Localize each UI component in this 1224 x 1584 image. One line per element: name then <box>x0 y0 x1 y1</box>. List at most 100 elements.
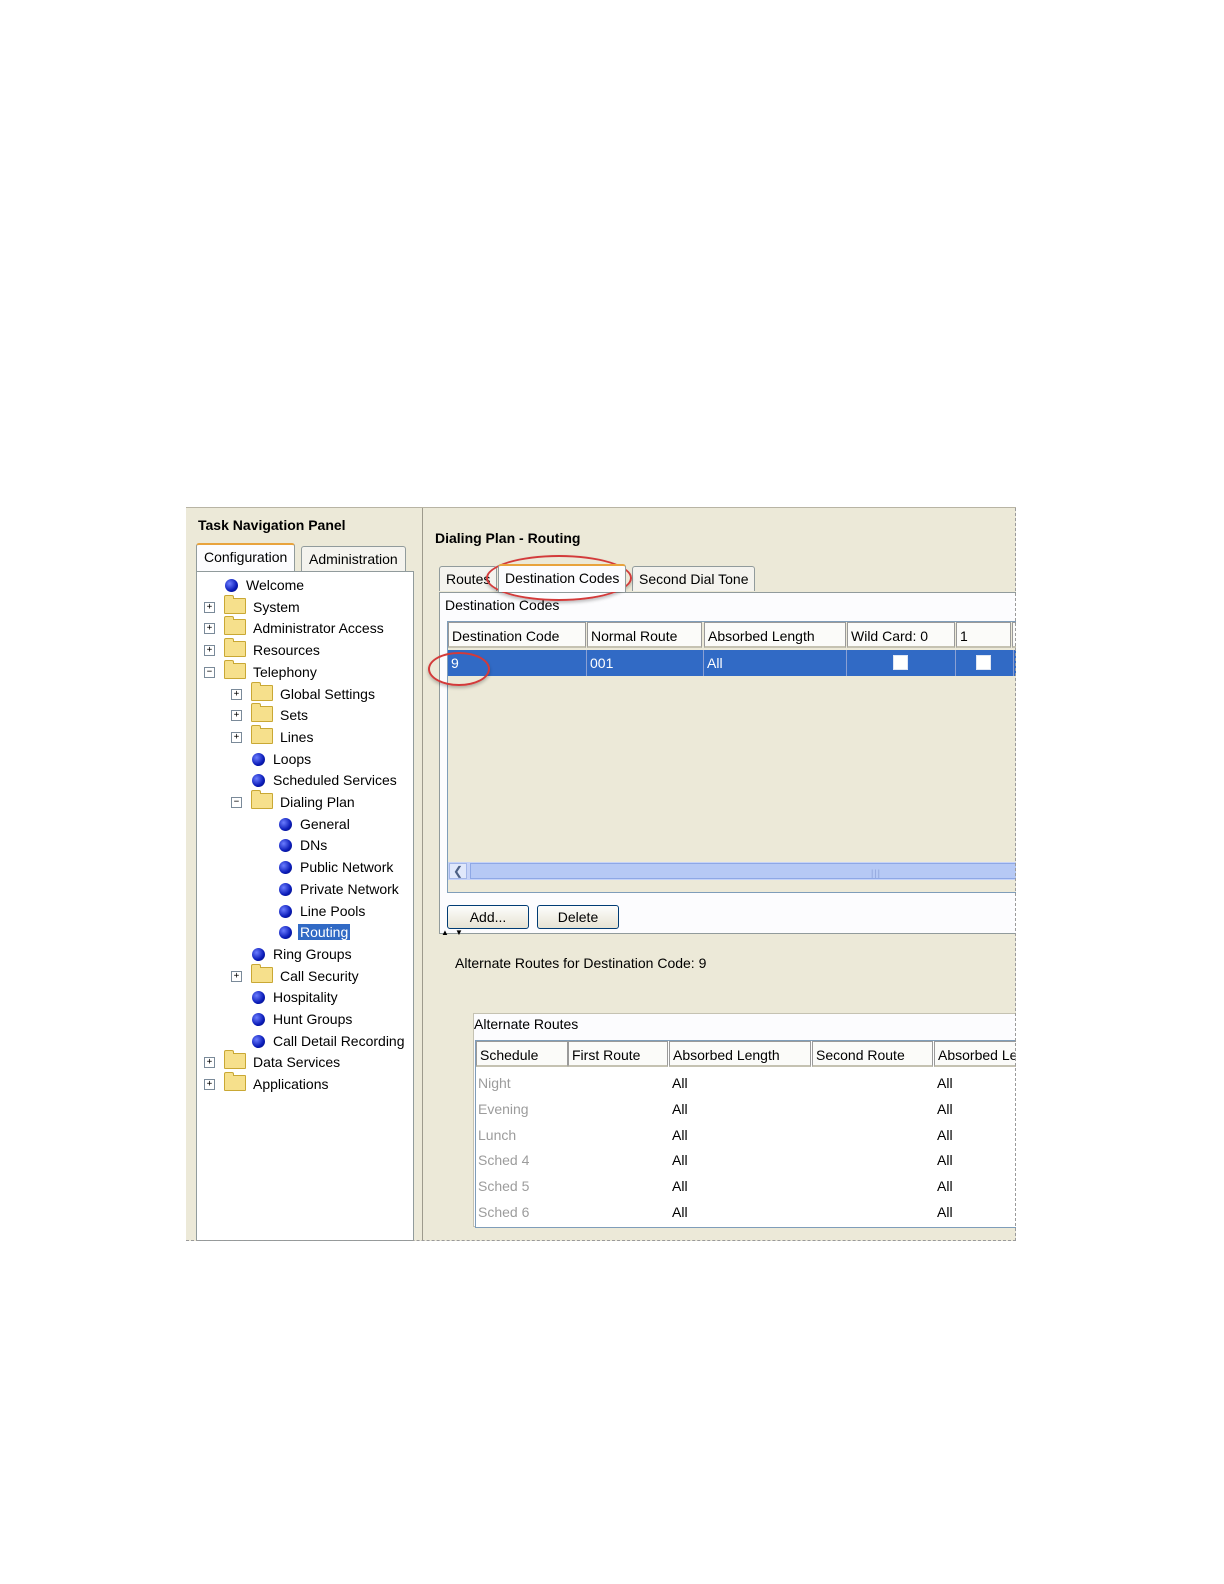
tree-item-scheduled-services[interactable]: Scheduled Services <box>252 770 399 790</box>
column-header-wild-card-1[interactable]: 1 <box>956 622 1011 648</box>
tree-item-lines[interactable]: Lines <box>251 724 315 747</box>
tree-item-call-security[interactable]: Call Security <box>251 963 361 986</box>
cell-absorbed-length[interactable]: All <box>670 1096 688 1122</box>
expander-icon[interactable]: + <box>204 645 215 657</box>
tab-configuration[interactable]: Configuration <box>196 543 296 571</box>
splitter-up-icon[interactable]: ▲ <box>441 928 449 937</box>
tree-item-hunt-groups[interactable]: Hunt Groups <box>252 1009 354 1029</box>
tree-item-resources[interactable]: Resources <box>224 638 322 660</box>
expander-icon[interactable]: − <box>204 666 215 678</box>
tree-item-welcome[interactable]: Welcome <box>225 575 306 595</box>
cell-absorbed-length-2[interactable]: All <box>935 1199 953 1225</box>
column-header-destination-code[interactable]: Destination Code <box>448 622 586 648</box>
cell-absorbed-length[interactable]: All <box>670 1122 688 1148</box>
horizontal-scrollbar[interactable]: ❮ ||| <box>448 862 1016 880</box>
column-header-schedule[interactable]: Schedule <box>476 1041 568 1067</box>
cell-second-route[interactable] <box>813 1096 815 1122</box>
cell-second-route[interactable] <box>813 1122 815 1148</box>
table-row[interactable]: Evening All All <box>476 1096 1016 1122</box>
cell-schedule[interactable]: Sched 6 <box>476 1199 529 1225</box>
tree-item-telephony[interactable]: Telephony <box>224 659 319 682</box>
table-row[interactable]: Night All All <box>476 1070 1016 1096</box>
cell-wild-card-0[interactable] <box>847 650 956 676</box>
tree-item-administrator-access[interactable]: Administrator Access <box>224 616 386 638</box>
cell-first-route[interactable] <box>570 1096 572 1122</box>
cell-schedule[interactable]: Evening <box>476 1096 529 1122</box>
cell-wild-card-1[interactable] <box>956 650 1014 676</box>
add-button[interactable]: Add... <box>447 905 529 929</box>
expander-icon[interactable]: + <box>231 970 242 982</box>
cell-absorbed-length[interactable]: All <box>670 1199 688 1225</box>
table-row[interactable]: Sched 4 All All <box>476 1147 1016 1173</box>
tab-destination-codes[interactable]: Destination Codes <box>498 564 627 592</box>
cell-absorbed-length-2[interactable]: All <box>935 1096 953 1122</box>
tree-item-dialing-plan[interactable]: Dialing Plan <box>251 790 357 812</box>
cell-second-route[interactable] <box>813 1070 815 1096</box>
cell-schedule[interactable]: Sched 5 <box>476 1173 529 1199</box>
column-header-first-route[interactable]: First Route <box>568 1041 668 1067</box>
cell-absorbed-length[interactable]: All <box>704 650 847 676</box>
expander-icon[interactable]: + <box>231 731 242 743</box>
column-header-normal-route[interactable]: Normal Route <box>587 622 702 648</box>
tree-item-global-settings[interactable]: Global Settings <box>251 681 377 704</box>
expander-icon[interactable]: + <box>204 601 215 613</box>
scroll-thumb[interactable]: ||| <box>470 863 1016 879</box>
tree-item-general[interactable]: General <box>279 814 352 834</box>
wild-card-1-checkbox[interactable] <box>976 655 991 670</box>
tree-item-hospitality[interactable]: Hospitality <box>252 987 340 1007</box>
column-header-second-route[interactable]: Second Route <box>812 1041 933 1067</box>
cell-schedule[interactable]: Sched 4 <box>476 1147 529 1173</box>
tab-routes[interactable]: Routes <box>439 566 498 591</box>
table-row[interactable]: Lunch All All <box>476 1122 1016 1148</box>
tree-item-loops[interactable]: Loops <box>252 749 313 769</box>
splitter-down-icon[interactable]: ▼ <box>455 928 463 937</box>
tab-second-dial-tone[interactable]: Second Dial Tone <box>632 566 756 591</box>
cell-schedule[interactable]: Night <box>476 1070 511 1096</box>
expander-icon[interactable]: + <box>204 623 215 635</box>
tree-item-call-detail-recording[interactable]: Call Detail Recording <box>252 1031 407 1051</box>
tree-item-sets[interactable]: Sets <box>251 703 310 725</box>
cell-absorbed-length-2[interactable]: All <box>935 1122 953 1148</box>
cell-absorbed-length-2[interactable]: All <box>935 1173 953 1199</box>
cell-absorbed-length[interactable]: All <box>670 1147 688 1173</box>
table-row[interactable]: Sched 5 All All <box>476 1173 1016 1199</box>
tree-item-dns[interactable]: DNs <box>279 835 329 855</box>
cell-normal-route[interactable]: 001 <box>587 650 704 676</box>
column-header-wild-card-0[interactable]: Wild Card: 0 <box>847 622 955 648</box>
cell-destination-code[interactable]: 9 <box>448 650 587 676</box>
tree-item-private-network[interactable]: Private Network <box>279 879 401 899</box>
delete-button[interactable]: Delete <box>537 905 619 929</box>
scroll-left-icon[interactable]: ❮ <box>449 863 467 879</box>
tree-item-public-network[interactable]: Public Network <box>279 857 395 877</box>
cell-absorbed-length[interactable]: All <box>670 1173 688 1199</box>
cell-first-route[interactable] <box>570 1070 572 1096</box>
table-row[interactable]: Sched 6 All All <box>476 1199 1016 1225</box>
column-header-absorbed-length[interactable]: Absorbed Length <box>704 622 846 648</box>
tree-item-line-pools[interactable]: Line Pools <box>279 901 367 921</box>
cell-schedule[interactable]: Lunch <box>476 1122 516 1148</box>
tree-item-ring-groups[interactable]: Ring Groups <box>252 944 354 964</box>
table-row[interactable]: 9 001 All <box>448 650 1016 676</box>
expander-icon[interactable]: + <box>231 710 242 722</box>
column-header-alt-absorbed-length-2[interactable]: Absorbed Le <box>934 1041 1016 1067</box>
wild-card-0-checkbox[interactable] <box>893 655 908 670</box>
tree-item-applications[interactable]: Applications <box>224 1072 331 1094</box>
tree-item-routing[interactable]: Routing <box>279 922 351 942</box>
expander-icon[interactable]: − <box>231 797 242 808</box>
expander-icon[interactable]: + <box>204 1079 215 1091</box>
tree-item-system[interactable]: System <box>224 594 302 617</box>
cell-first-route[interactable] <box>570 1122 572 1148</box>
cell-second-route[interactable] <box>813 1173 815 1199</box>
cell-absorbed-length-2[interactable]: All <box>935 1147 953 1173</box>
cell-second-route[interactable] <box>813 1147 815 1173</box>
tab-administration[interactable]: Administration <box>301 546 406 571</box>
cell-second-route[interactable] <box>813 1199 815 1225</box>
expander-icon[interactable]: + <box>231 688 242 700</box>
pane-splitter[interactable]: ▲ ▼ <box>439 928 1016 938</box>
cell-absorbed-length-2[interactable]: All <box>935 1070 953 1096</box>
cell-first-route[interactable] <box>570 1147 572 1173</box>
cell-first-route[interactable] <box>570 1199 572 1225</box>
cell-absorbed-length[interactable]: All <box>670 1070 688 1096</box>
cell-first-route[interactable] <box>570 1173 572 1199</box>
column-header-alt-absorbed-length[interactable]: Absorbed Length <box>669 1041 811 1067</box>
